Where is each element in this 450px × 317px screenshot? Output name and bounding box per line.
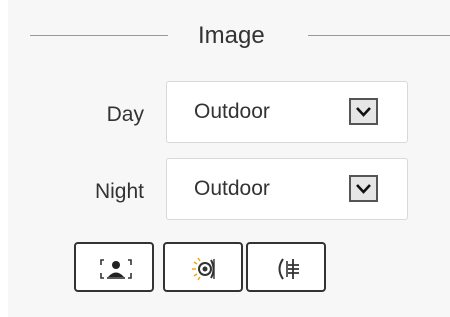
night-label: Night [94, 180, 144, 203]
header-divider-left [30, 35, 168, 36]
day-mode-select[interactable]: Outdoor [166, 81, 408, 143]
night-mode-value: Outdoor [194, 177, 270, 200]
section-title: Image [198, 22, 265, 49]
image-section-header: Image [30, 18, 450, 54]
day-mode-value: Outdoor [194, 100, 270, 123]
ir-light-button[interactable] [246, 242, 326, 292]
image-settings-panel: Image Day Outdoor Night Outdoor [8, 0, 450, 317]
backlight-compensation-button[interactable] [74, 242, 154, 292]
night-mode-select[interactable]: Outdoor [166, 158, 408, 220]
header-divider-right [308, 35, 450, 36]
day-label: Day [106, 103, 144, 126]
chevron-down-icon[interactable] [349, 98, 378, 125]
chevron-down-icon[interactable] [349, 175, 378, 202]
noise-reduction-button[interactable] [163, 242, 243, 292]
